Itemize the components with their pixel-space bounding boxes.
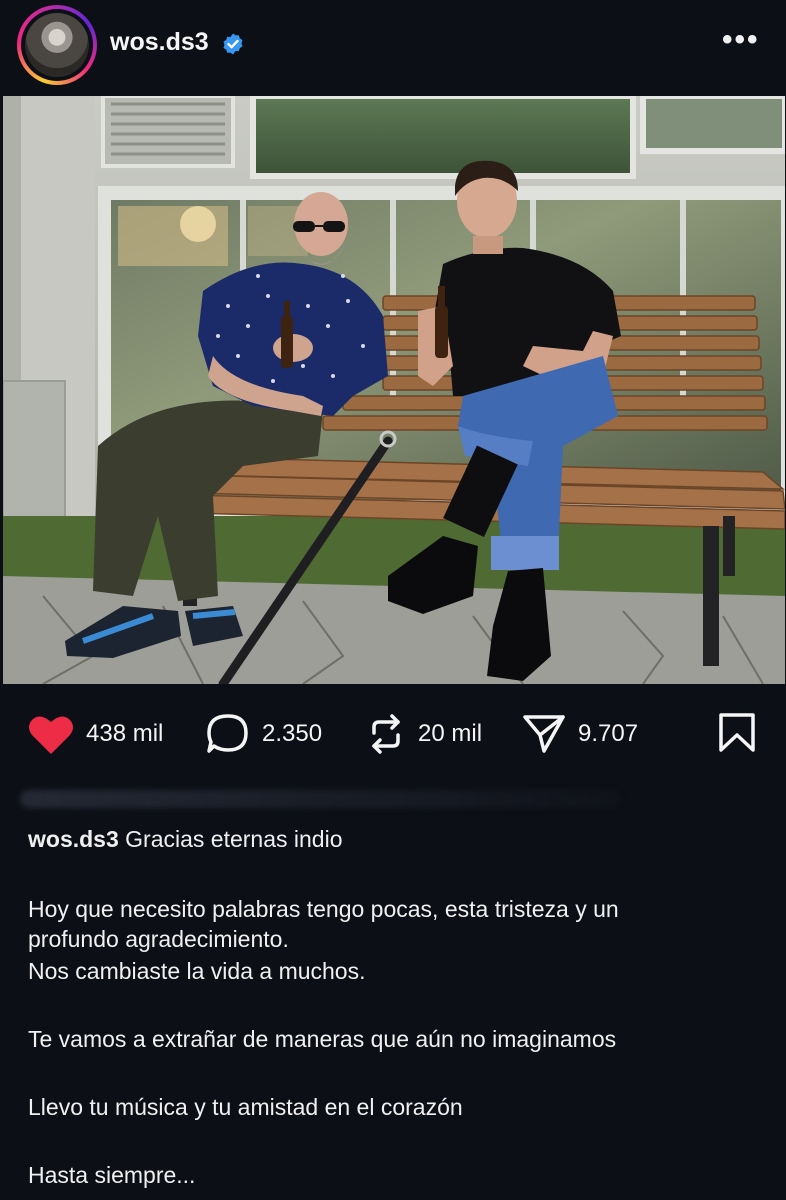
post-photo[interactable] [3, 96, 785, 684]
caption-first-line: wos.ds3 Gracias eternas indio [28, 826, 343, 853]
comment-button[interactable]: 2.350 [206, 713, 322, 755]
likes-count: 438 mil [86, 720, 164, 747]
caption-line: Hoy que necesito palabras tengo pocas, e… [28, 896, 619, 922]
caption-line: Te vamos a extrañar de maneras que aún n… [28, 1026, 617, 1052]
username[interactable]: wos.ds3 [110, 28, 209, 57]
caption-line: profundo agradecimiento. [28, 926, 289, 952]
comments-count: 2.350 [262, 720, 323, 747]
more-options-button[interactable]: ••• [722, 25, 760, 55]
caption-line: Llevo tu música y tu amistad en el coraz… [28, 1094, 463, 1120]
shares-count: 9.707 [578, 720, 639, 747]
avatar-photo [25, 13, 89, 77]
action-bar: 438 mil 2.350 20 mil 9.707 [0, 700, 786, 764]
repost-button[interactable]: 20 mil [366, 713, 482, 755]
reposts-count: 20 mil [418, 720, 483, 747]
comment-bubble-icon [207, 714, 248, 753]
bookmark-icon[interactable] [718, 713, 756, 753]
like-button[interactable]: 438 mil [28, 713, 163, 755]
avatar[interactable] [17, 5, 97, 85]
caption-username[interactable]: wos.ds3 [28, 826, 119, 852]
send-icon [523, 715, 565, 753]
post-header: wos.ds3 ••• [0, 0, 786, 90]
photo-illustration [3, 96, 785, 684]
heart-icon [29, 716, 73, 754]
caption-line: Hasta siempre... [28, 1162, 196, 1188]
verified-badge-icon [223, 33, 243, 55]
share-button[interactable]: 9.707 [522, 713, 638, 755]
caption-text: Gracias eternas indio [125, 826, 343, 852]
blurred-liked-by [20, 790, 620, 808]
caption-line: Nos cambiaste la vida a muchos. [28, 958, 366, 984]
repost-icon [372, 714, 400, 754]
